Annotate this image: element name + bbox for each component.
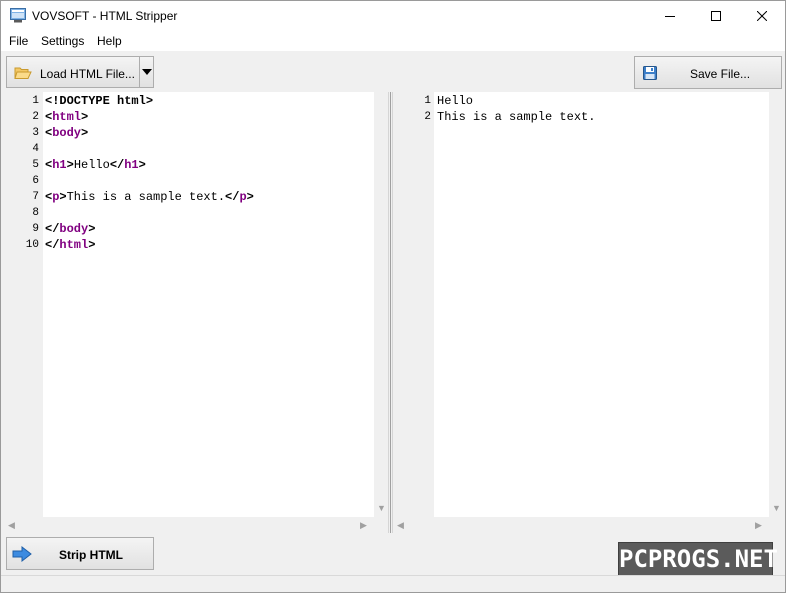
line-number: 2	[32, 111, 39, 123]
line-number: 7	[32, 191, 39, 203]
line-number: 8	[32, 207, 39, 219]
code-line: <!DOCTYPE html>	[45, 93, 153, 109]
code-token: This is a sample text.	[66, 190, 226, 204]
code-line: <p>This is a sample text.</p>	[45, 189, 254, 205]
code-token: >	[138, 158, 146, 172]
load-html-file-button[interactable]: Load HTML File...	[6, 56, 140, 88]
minimize-button[interactable]	[647, 1, 693, 31]
save-file-button[interactable]: Save File...	[634, 56, 782, 89]
strip-html-label: Strip HTML	[59, 548, 123, 562]
code-line: </html>	[45, 237, 95, 253]
code-token: </	[109, 158, 125, 172]
code-token: >	[66, 158, 74, 172]
close-button[interactable]	[739, 1, 785, 31]
code-token: </	[45, 222, 60, 236]
vertical-scrollbar[interactable]: ▼	[769, 92, 783, 517]
text-line: Hello	[437, 94, 474, 108]
tag-name: html	[59, 238, 89, 252]
horizontal-scrollbar[interactable]: ◀ ▶	[393, 517, 769, 533]
line-number: 3	[32, 127, 39, 139]
app-window-icon	[10, 8, 26, 23]
code-token: >	[246, 190, 254, 204]
menu-bar: File Settings Help	[1, 31, 785, 51]
stripped-text-area[interactable]: Hello This is a sample text.	[434, 92, 769, 517]
code-token: >	[59, 190, 67, 204]
scrollbar-corner	[374, 517, 388, 533]
line-number: 1	[424, 95, 431, 107]
code-line: <html>	[45, 109, 88, 125]
scroll-down-arrow-icon[interactable]: ▼	[772, 503, 781, 513]
tag-name: h1	[52, 158, 67, 172]
line-number: 6	[32, 175, 39, 187]
scroll-down-arrow-icon[interactable]: ▼	[377, 503, 386, 513]
scroll-right-arrow-icon[interactable]: ▶	[360, 520, 367, 530]
strip-html-button[interactable]: Strip HTML	[6, 537, 154, 570]
tag-name: body	[52, 126, 82, 140]
caret-down-icon	[142, 69, 152, 75]
watermark: PCPROGS.NET	[618, 542, 778, 577]
code-line: <h1>Hello</h1>	[45, 157, 146, 173]
scroll-left-arrow-icon[interactable]: ◀	[397, 520, 404, 530]
menu-file[interactable]: File	[9, 34, 28, 48]
horizontal-scrollbar[interactable]: ◀ ▶	[6, 517, 374, 533]
arrow-right-icon	[12, 546, 32, 562]
line-number: 1	[32, 95, 39, 107]
code-token: >	[81, 126, 89, 140]
tag-name: html	[52, 110, 82, 124]
vertical-scrollbar[interactable]: ▼	[374, 92, 388, 517]
line-number-gutter: 1 2 3 4 5 6 7 8 9 10	[6, 92, 43, 517]
line-number: 5	[32, 159, 39, 171]
code-token: </	[45, 238, 60, 252]
tag-name: body	[59, 222, 89, 236]
html-source-editor[interactable]: 1 2 3 4 5 6 7 8 9 10 <!DOCTYPE html> <html> <body> <…	[6, 92, 388, 533]
text-line: This is a sample text.	[437, 110, 596, 124]
app-window: VOVSOFT - HTML Stripper File Settings He…	[0, 0, 786, 593]
close-icon	[757, 11, 767, 21]
tag-name: h1	[124, 158, 139, 172]
code-token: >	[88, 238, 96, 252]
code-token: <!DOCTYPE html>	[45, 94, 154, 108]
code-line: </body>	[45, 221, 95, 237]
title-bar[interactable]: VOVSOFT - HTML Stripper	[1, 1, 785, 31]
scrollbar-corner	[769, 517, 783, 533]
menu-help[interactable]: Help	[97, 34, 122, 48]
code-token: >	[81, 110, 89, 124]
line-number: 2	[424, 111, 431, 123]
window-title: VOVSOFT - HTML Stripper	[32, 9, 178, 23]
line-number: 9	[32, 223, 39, 235]
stripped-text-editor[interactable]: 12 Hello This is a sample text. ▼ ◀ ▶	[393, 92, 783, 533]
menu-settings[interactable]: Settings	[41, 34, 84, 48]
code-line: <body>	[45, 125, 88, 141]
code-token: >	[88, 222, 96, 236]
scroll-left-arrow-icon[interactable]: ◀	[8, 520, 15, 530]
load-options-dropdown[interactable]	[139, 56, 154, 88]
line-number: 10	[25, 239, 39, 251]
html-source-text-area[interactable]: <!DOCTYPE html> <html> <body> <h1>Hello</h1…	[43, 92, 374, 517]
code-token: </	[225, 190, 240, 204]
save-file-label: Save File...	[690, 67, 751, 81]
floppy-disk-icon	[643, 66, 657, 80]
scroll-right-arrow-icon[interactable]: ▶	[755, 520, 762, 530]
splitter-grip	[390, 92, 391, 533]
code-token: Hello	[73, 158, 110, 172]
line-number: 4	[32, 143, 39, 155]
load-html-file-label: Load HTML File...	[40, 67, 135, 81]
toolbar: Load HTML File... Save File...	[1, 51, 785, 91]
minimize-icon	[665, 16, 675, 17]
folder-open-icon	[14, 67, 32, 79]
status-bar	[1, 575, 785, 592]
line-number-gutter: 12	[393, 92, 434, 517]
maximize-button[interactable]	[693, 1, 739, 31]
tag-name: p	[239, 190, 247, 204]
maximize-icon	[711, 11, 721, 21]
